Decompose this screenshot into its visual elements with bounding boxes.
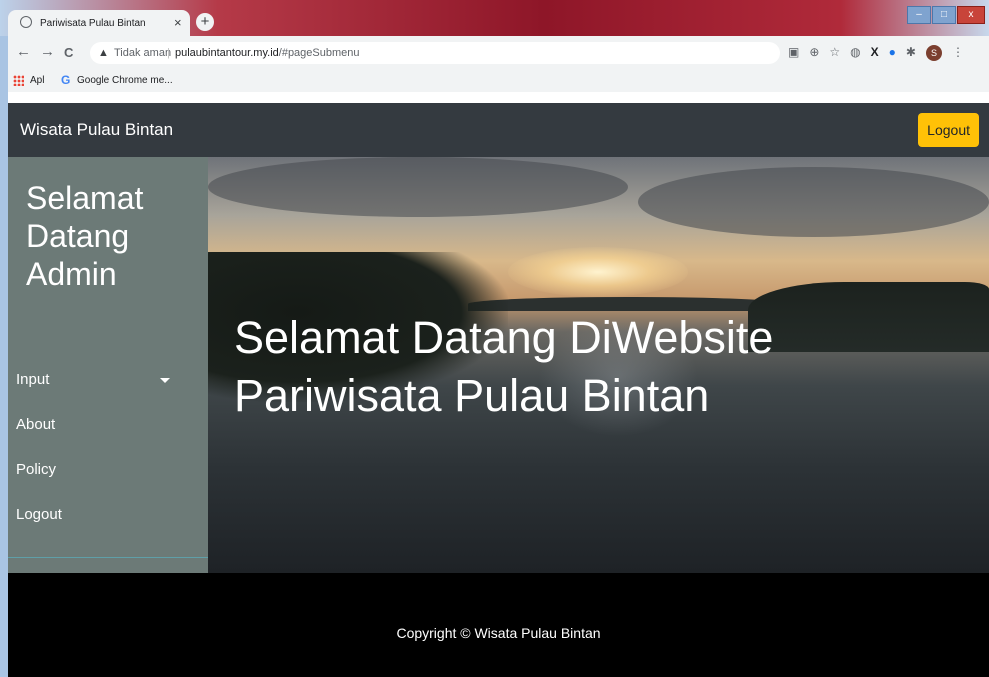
window-controls: – □ x xyxy=(907,6,985,24)
sidebar-item-input[interactable]: Input xyxy=(16,371,49,388)
hero-title-line-2: Pariwisata Pulau Bintan xyxy=(234,370,710,421)
tab-strip: Pariwisata Pulau Bintan × + – □ x xyxy=(0,0,989,36)
bookmark-google-chrome[interactable]: Google Chrome me... xyxy=(77,75,173,86)
globe-icon xyxy=(20,16,32,28)
hero-title: Selamat Datang DiWebsite Pariwisata Pula… xyxy=(234,309,934,425)
sidebar: Selamat Datang Admin Input About Policy … xyxy=(8,157,208,573)
url-path: /#pageSubmenu xyxy=(278,47,360,59)
hero-title-line-1: Selamat Datang DiWebsite xyxy=(234,312,774,363)
hero-banner: Selamat Datang DiWebsite Pariwisata Pula… xyxy=(208,157,989,573)
tab-title: Pariwisata Pulau Bintan xyxy=(40,18,146,29)
url-input[interactable]: ▲ Tidak aman | pulaubintantour.my.id/#pa… xyxy=(90,42,780,64)
url-host: pulaubintantour.my.id xyxy=(175,47,279,59)
sidebar-item-policy[interactable]: Policy xyxy=(16,461,56,478)
hero-cloud xyxy=(208,157,628,217)
sidebar-welcome-heading: Selamat Datang Admin xyxy=(26,180,144,292)
tab-close-icon[interactable]: × xyxy=(174,15,182,30)
reload-icon[interactable]: C xyxy=(64,45,73,60)
close-window-icon[interactable]: x xyxy=(957,6,985,24)
url-text: pulaubintantour.my.id/#pageSubmenu xyxy=(175,42,360,64)
extension-x-icon[interactable]: X xyxy=(871,45,879,61)
extension-globe-icon[interactable]: ◍ xyxy=(850,45,860,61)
apps-grid-icon[interactable] xyxy=(13,75,24,86)
window-frame xyxy=(0,0,8,677)
back-icon[interactable]: ← xyxy=(16,43,31,60)
chevron-down-icon[interactable] xyxy=(160,378,170,383)
browser-tab[interactable]: Pariwisata Pulau Bintan × xyxy=(8,10,190,36)
menu-kebab-icon[interactable]: ⋮ xyxy=(952,45,964,61)
hero-cloud xyxy=(638,167,989,237)
profile-avatar[interactable]: S xyxy=(925,45,942,61)
minimize-icon[interactable]: – xyxy=(907,6,931,24)
sidebar-item-logout[interactable]: Logout xyxy=(16,506,62,523)
navbar-brand[interactable]: Wisata Pulau Bintan xyxy=(20,120,173,140)
extension-bar: ▣ ⊕ ☆ ◍ X ● ✱ S ⋮ xyxy=(788,45,964,61)
maximize-icon[interactable]: □ xyxy=(932,6,956,24)
translate-icon[interactable]: ▣ xyxy=(788,45,799,61)
new-tab-button[interactable]: + xyxy=(196,13,214,31)
sidebar-item-about[interactable]: About xyxy=(16,416,55,433)
warning-icon: ▲ xyxy=(98,47,109,59)
extensions-puzzle-icon[interactable]: ✱ xyxy=(906,45,916,61)
google-icon: G xyxy=(61,73,71,87)
address-bar: ← → C ▲ Tidak aman | pulaubintantour.my.… xyxy=(8,36,989,70)
url-separator: | xyxy=(167,47,170,59)
copyright-text: Copyright © Wisata Pulau Bintan xyxy=(396,625,601,641)
bookmarks-bar: Apl G Google Chrome me... xyxy=(8,70,989,92)
bookmark-apps[interactable]: Apl xyxy=(30,75,44,86)
bookmark-star-icon[interactable]: ☆ xyxy=(829,45,840,61)
zoom-icon[interactable]: ⊕ xyxy=(809,45,819,61)
sidebar-divider xyxy=(8,557,208,558)
forward-icon[interactable]: → xyxy=(40,43,55,60)
footer: Copyright © Wisata Pulau Bintan xyxy=(8,573,989,677)
logout-button[interactable]: Logout xyxy=(918,113,979,147)
extension-blue-icon[interactable]: ● xyxy=(889,45,896,61)
top-navbar: Wisata Pulau Bintan Logout xyxy=(8,103,989,157)
sunset-glow xyxy=(508,247,688,297)
security-label[interactable]: Tidak aman xyxy=(114,42,171,64)
